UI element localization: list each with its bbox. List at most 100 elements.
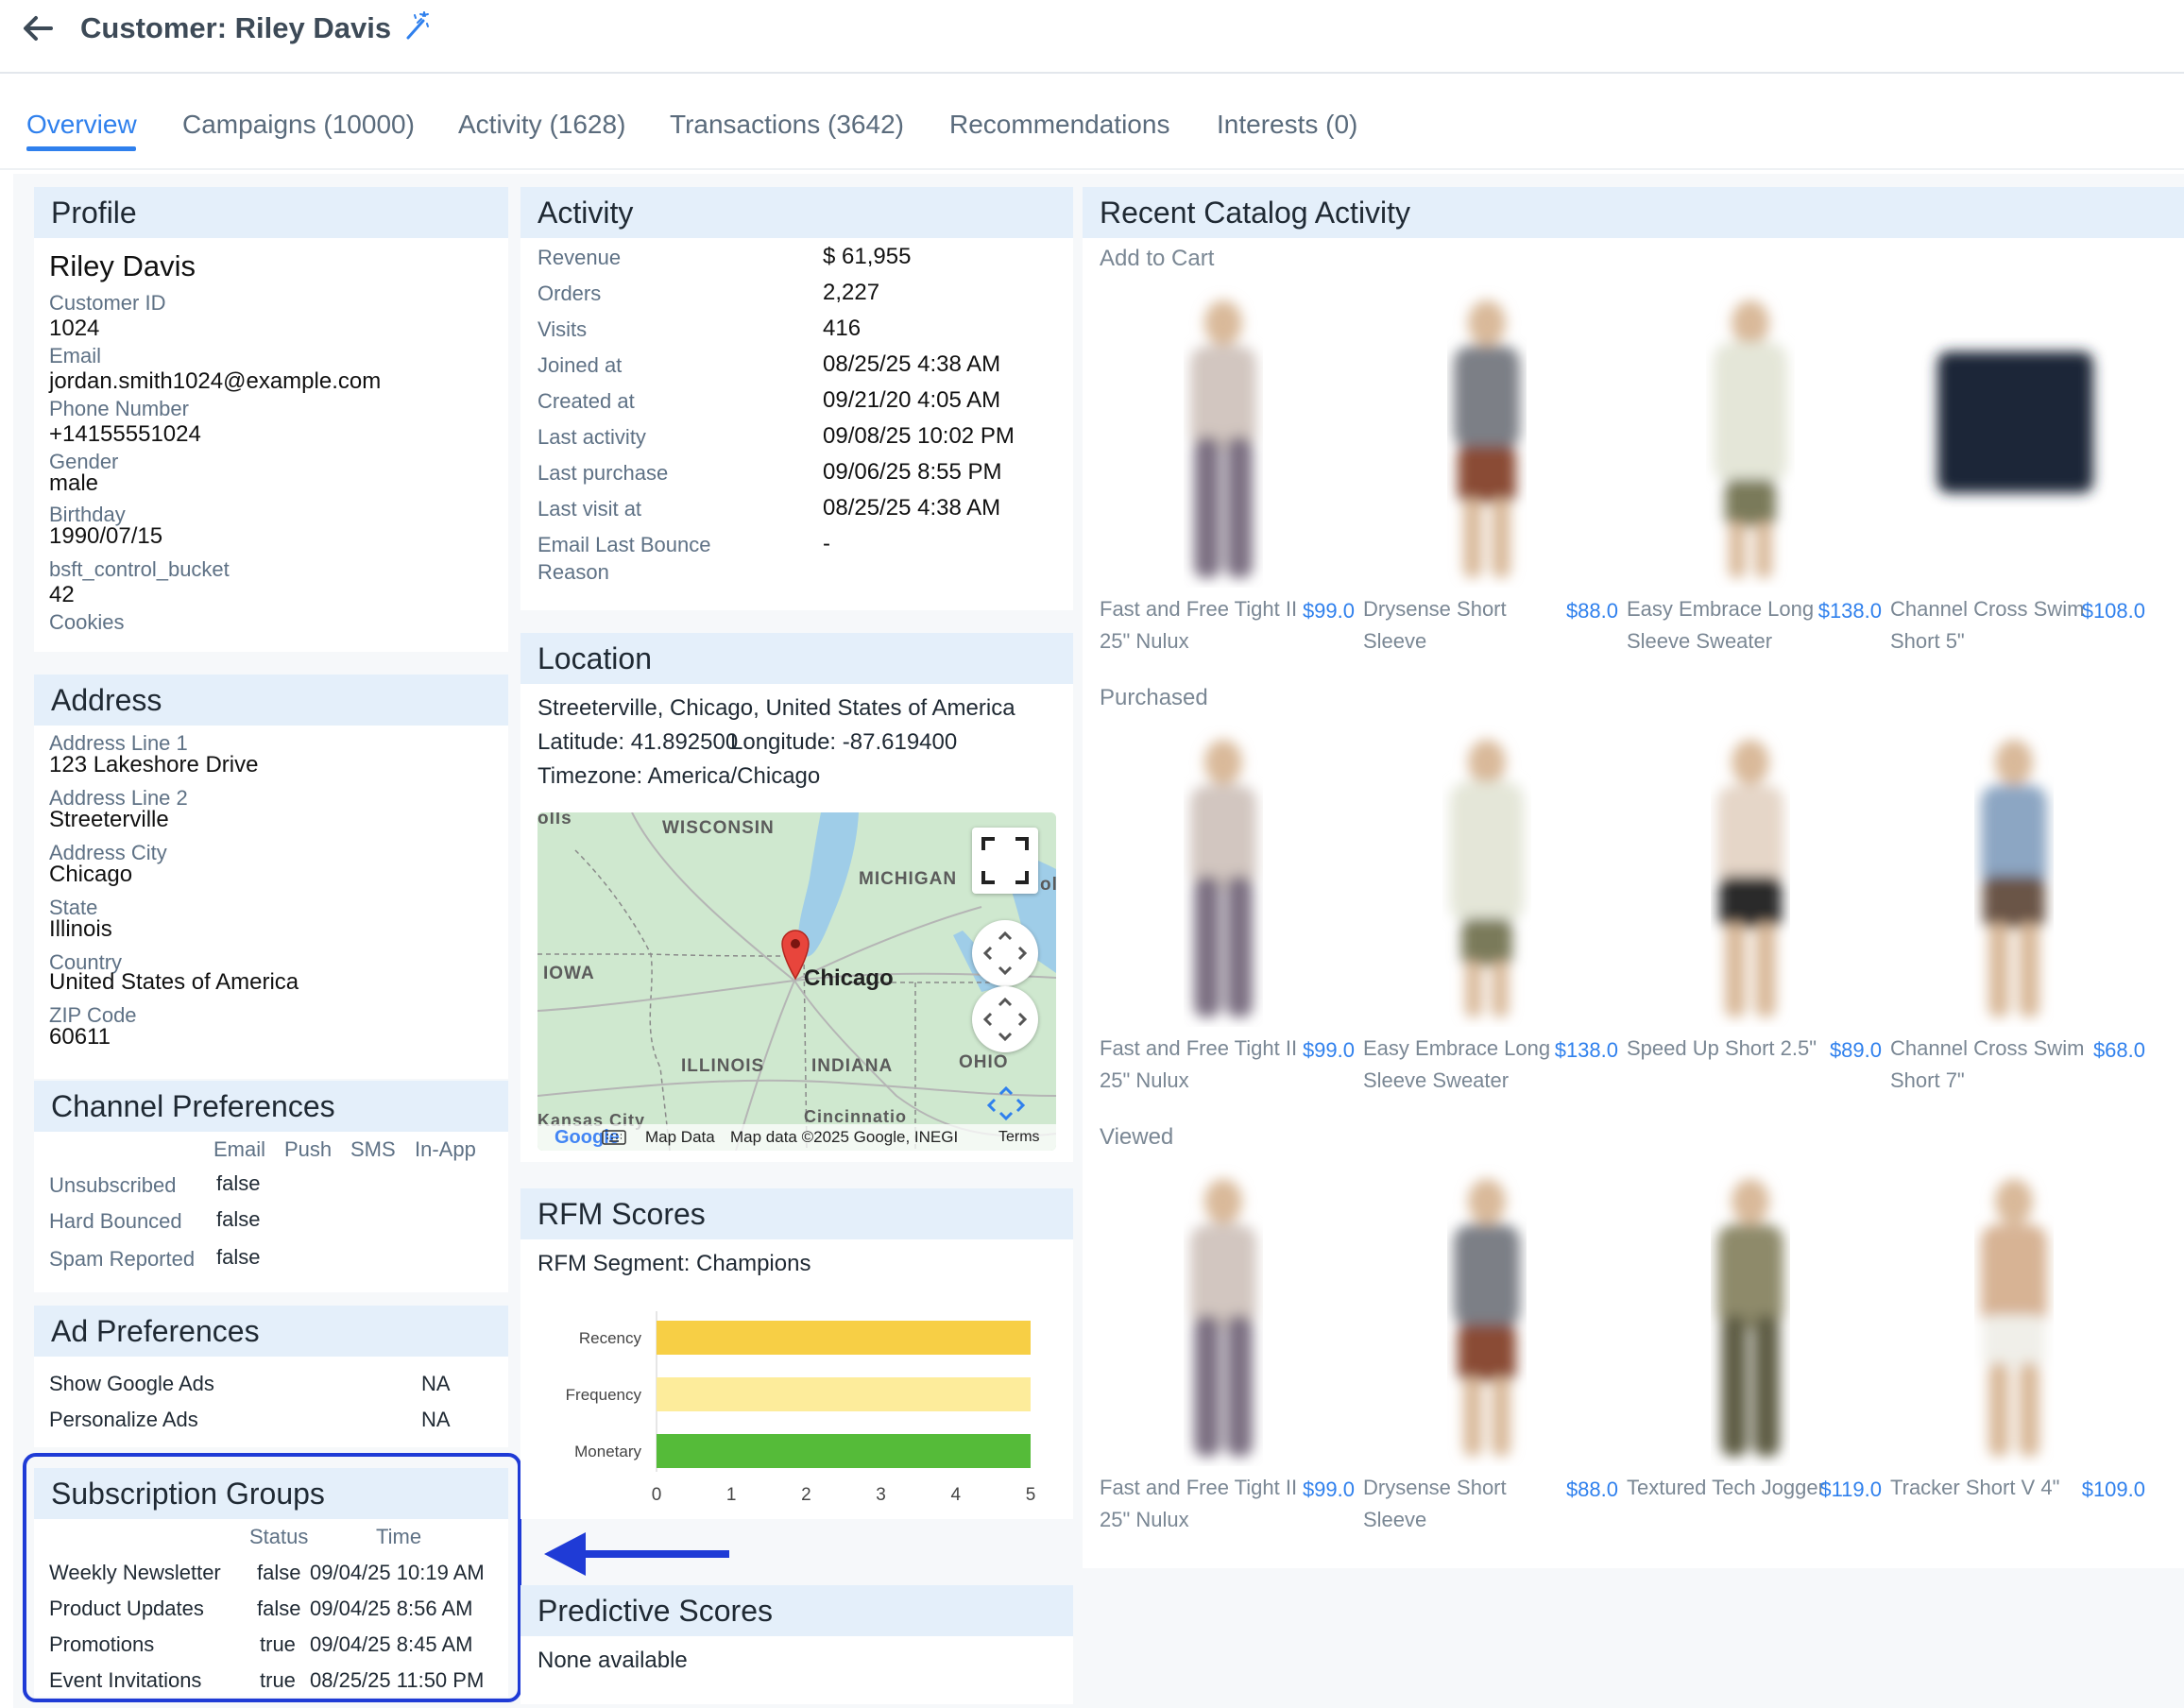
field-value: 60611 <box>49 1024 111 1050</box>
map-label: WISCONSIN <box>662 818 775 838</box>
row-label: Show Google Ads <box>49 1372 214 1395</box>
rfm-tick-label: 2 <box>801 1485 811 1505</box>
ad-preferences-title: Ad Preferences <box>34 1306 508 1357</box>
map-pin-icon[interactable] <box>779 928 811 981</box>
activity-value: - <box>823 531 830 556</box>
tab-interests[interactable]: Interests (0) <box>1217 106 1357 144</box>
row-value: false <box>216 1245 261 1269</box>
activity-card: Activity Revenue $ 61,955 Orders 2,227 V… <box>520 187 1073 610</box>
field-value: +14155551024 <box>49 421 201 447</box>
row-label: Personalize Ads <box>49 1408 198 1431</box>
predictive-card: Predictive Scores None available <box>520 1585 1073 1704</box>
product-name[interactable]: Drysense Short Sleeve <box>1363 593 1561 658</box>
activity-value: 08/25/25 4:38 AM <box>823 495 1001 521</box>
row-label: Spam Reported <box>49 1247 196 1271</box>
product-image[interactable] <box>1627 725 1874 1027</box>
location-timezone: Timezone: America/Chicago <box>537 763 821 789</box>
map-label: OHIO <box>959 1052 1009 1072</box>
field-value: jordan.smith1024@example.com <box>49 368 382 394</box>
product-name[interactable]: Textured Tech Jogger <box>1627 1472 1825 1504</box>
map-label: MICHIGAN <box>859 869 958 889</box>
activity-label: Email Last Bounce <box>537 533 711 556</box>
rfm-chart: Recency Frequency Monetary 0 1 2 3 4 5 <box>566 1311 1036 1505</box>
product-image[interactable] <box>1363 725 1611 1027</box>
product-price: $68.0 <box>2092 1038 2145 1062</box>
row-value: false <box>216 1207 261 1231</box>
magic-wand-icon[interactable] <box>401 9 433 42</box>
profile-card: Profile Riley Davis Customer ID 1024 Ema… <box>34 187 508 652</box>
profile-name: Riley Davis <box>49 249 196 282</box>
product-image[interactable] <box>1890 725 2138 1027</box>
predictive-text: None available <box>537 1648 688 1673</box>
map-label: INDIANA <box>811 1056 894 1076</box>
map-data-link[interactable]: Map Data <box>645 1124 715 1151</box>
product-name[interactable]: Tracker Short V 4" <box>1890 1472 2089 1504</box>
product-image[interactable] <box>1890 1164 2138 1466</box>
product-name[interactable]: Easy Embrace Long Sleeve Sweater <box>1363 1033 1561 1097</box>
tab-bar: Overview Campaigns (10000) Activity (162… <box>0 74 2184 170</box>
product-price: $99.0 <box>1302 599 1355 623</box>
product-image[interactable] <box>1627 1164 1874 1466</box>
product-name[interactable]: Easy Embrace Long Sleeve Sweater <box>1627 593 1825 658</box>
tab-activity[interactable]: Activity (1628) <box>458 106 625 144</box>
activity-label: Joined at <box>537 353 623 377</box>
product-name[interactable]: Channel Cross Swim Short 7" <box>1890 1033 2089 1097</box>
catalog-section-label: Viewed <box>1100 1124 1174 1150</box>
product-name[interactable]: Channel Cross Swim Short 5" <box>1890 593 2089 658</box>
tab-transactions[interactable]: Transactions (3642) <box>670 106 904 144</box>
rfm-tick-label: 3 <box>876 1485 886 1505</box>
address-title: Address <box>34 675 508 726</box>
fullscreen-icon <box>981 837 1029 884</box>
product-price: $108.0 <box>2081 599 2145 623</box>
activity-title: Activity <box>520 187 1073 238</box>
product-image[interactable] <box>1363 1164 1611 1466</box>
product-price: $138.0 <box>1554 1038 1618 1062</box>
product-name[interactable]: Fast and Free Tight II 25" Nulux <box>1100 593 1298 658</box>
product-name[interactable]: Speed Up Short 2.5" <box>1627 1033 1825 1065</box>
map-pan-button[interactable] <box>972 920 1038 986</box>
product-price: $99.0 <box>1302 1477 1355 1501</box>
location-map[interactable]: WISCONSIN MICHIGAN IOWA ILLINOIS INDIANA… <box>537 812 1056 1151</box>
product-name[interactable]: Drysense Short Sleeve <box>1363 1472 1561 1536</box>
row-label: Unsubscribed <box>49 1173 177 1197</box>
product-image[interactable] <box>1627 285 1874 588</box>
product-image[interactable] <box>1363 285 1611 588</box>
product-image[interactable] <box>1100 285 1347 588</box>
field-value: 42 <box>49 582 75 607</box>
tab-campaigns[interactable]: Campaigns (10000) <box>182 106 415 144</box>
product-image[interactable] <box>1100 1164 1347 1466</box>
product-image[interactable] <box>1100 725 1347 1027</box>
rfm-tick-label: 5 <box>1026 1485 1036 1505</box>
map-fullscreen-button[interactable] <box>972 828 1038 894</box>
map-arrows-icon[interactable] <box>985 1085 1027 1122</box>
product-name[interactable]: Fast and Free Tight II 25" Nulux <box>1100 1472 1298 1536</box>
activity-value: 416 <box>823 316 862 341</box>
column-header: Push <box>284 1137 333 1161</box>
tab-overview[interactable]: Overview <box>26 106 137 144</box>
rfm-category-label: Frequency <box>566 1386 642 1404</box>
keyboard-icon[interactable] <box>602 1130 626 1145</box>
back-arrow-icon[interactable] <box>19 9 57 47</box>
field-label: Phone Number <box>49 397 189 420</box>
map-label: olls <box>537 812 572 828</box>
rfm-tick-label: 0 <box>652 1485 662 1505</box>
rfm-bar <box>657 1321 1031 1355</box>
rfm-bar <box>657 1434 1031 1468</box>
row-label: Hard Bounced <box>49 1209 182 1233</box>
row-value: false <box>216 1171 261 1195</box>
map-city-label: Chicago <box>804 965 894 991</box>
field-label: Customer ID <box>49 291 166 315</box>
map-zoom-button[interactable] <box>972 986 1038 1052</box>
field-value: 1024 <box>49 316 100 341</box>
location-latitude: Latitude: 41.892500 <box>537 729 739 755</box>
product-price: $119.0 <box>1819 1477 1882 1501</box>
address-card: Address Address Line 1 123 Lakeshore Dri… <box>34 675 508 1079</box>
field-label: bsft_control_bucket <box>49 557 230 581</box>
catalog-card: Recent Catalog Activity Add to Cart Fast … <box>1083 187 2184 1568</box>
tab-recommendations[interactable]: Recommendations <box>949 106 1169 144</box>
product-name[interactable]: Fast and Free Tight II 25" Nulux <box>1100 1033 1298 1097</box>
activity-value: 09/06/25 8:55 PM <box>823 459 1002 485</box>
product-image[interactable] <box>1890 285 2138 588</box>
annotation-arrow-icon <box>544 1532 729 1576</box>
map-terms-link[interactable]: Terms <box>998 1124 1040 1151</box>
